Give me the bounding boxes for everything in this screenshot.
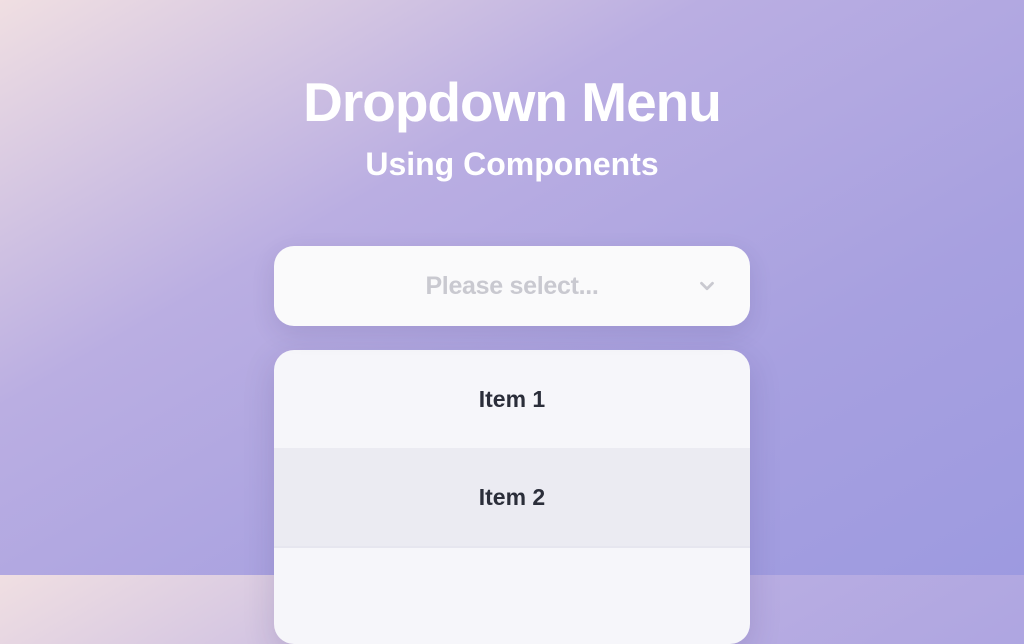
dropdown-item-label: Item 2 (479, 484, 545, 511)
dropdown-item[interactable]: Item 1 (274, 350, 750, 448)
chevron-down-icon (696, 275, 718, 297)
dropdown-component: Please select... Item 1 Item 2 (274, 246, 750, 644)
page-title: Dropdown Menu (303, 70, 721, 134)
dropdown-item[interactable]: Item 2 (274, 448, 750, 546)
dropdown-trigger[interactable]: Please select... (274, 246, 750, 326)
dropdown-item[interactable] (274, 546, 750, 644)
dropdown-placeholder: Please select... (425, 272, 598, 301)
page-subtitle: Using Components (365, 146, 658, 183)
dropdown-panel: Item 1 Item 2 (274, 350, 750, 644)
dropdown-item-label: Item 1 (479, 386, 545, 413)
